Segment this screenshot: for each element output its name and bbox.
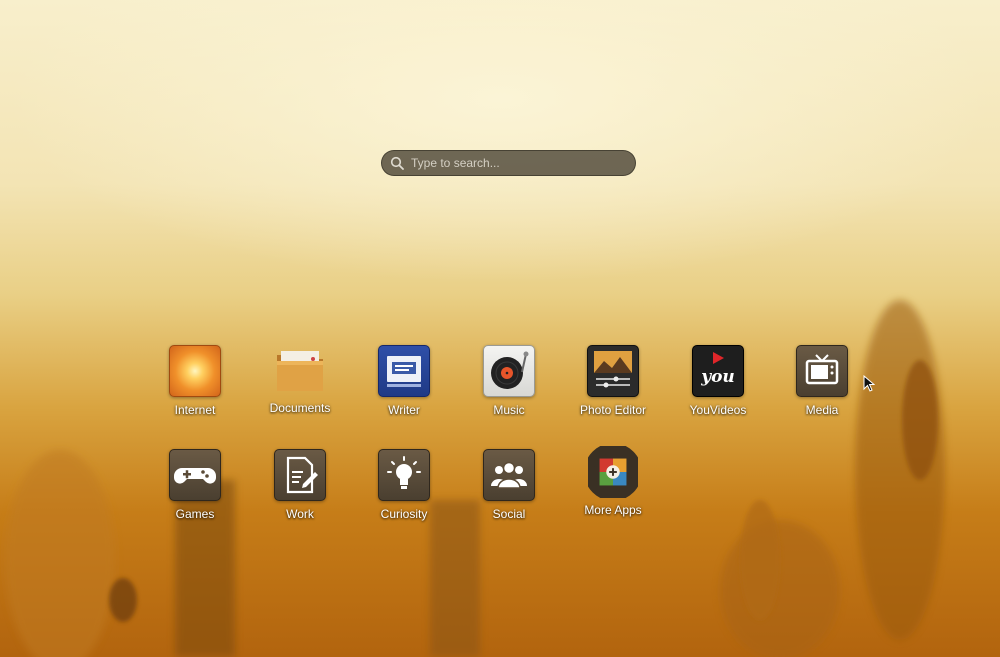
document-edit-icon [274, 449, 326, 501]
app-documents[interactable]: Documents [248, 345, 352, 415]
app-label: Social [492, 507, 526, 521]
youvideos-badge-text: you [700, 367, 735, 387]
youvideos-icon: you [692, 345, 744, 397]
app-social[interactable]: Social [457, 449, 561, 521]
app-photo-editor[interactable]: Photo Editor [561, 345, 665, 417]
app-more-apps[interactable]: More Apps [561, 446, 665, 517]
app-writer[interactable]: Writer [352, 345, 456, 417]
app-label: Games [175, 507, 215, 521]
wheat-background [5, 300, 945, 657]
app-label: More Apps [584, 503, 642, 517]
app-label: Photo Editor [579, 403, 647, 417]
app-label: Writer [388, 403, 420, 417]
app-store-icon [588, 446, 638, 498]
app-music[interactable]: Music [457, 345, 561, 417]
app-games[interactable]: Games [143, 449, 247, 521]
search-icon [390, 156, 404, 170]
app-label: Media [805, 403, 839, 417]
gamepad-icon [169, 449, 221, 501]
app-work[interactable]: Work [248, 449, 352, 521]
app-label: Work [286, 507, 314, 521]
lightbulb-icon [378, 449, 430, 501]
app-label: Internet [174, 403, 216, 417]
search-bar[interactable] [381, 150, 636, 176]
app-youvideos[interactable]: you YouVideos [666, 345, 770, 417]
search-input[interactable] [409, 155, 628, 171]
app-media[interactable]: Media [770, 345, 874, 417]
app-label: Documents [269, 401, 331, 415]
app-curiosity[interactable]: Curiosity [352, 449, 456, 521]
app-label: YouVideos [689, 403, 747, 417]
folder-icon [275, 345, 325, 395]
internet-icon [169, 345, 221, 397]
writer-icon [378, 345, 430, 397]
turntable-icon [483, 345, 535, 397]
app-label: Music [493, 403, 525, 417]
people-icon [483, 449, 535, 501]
app-internet[interactable]: Internet [143, 345, 247, 417]
app-label: Curiosity [380, 507, 428, 521]
photo-editor-icon [587, 345, 639, 397]
tv-icon [796, 345, 848, 397]
mouse-cursor-icon [863, 375, 875, 392]
